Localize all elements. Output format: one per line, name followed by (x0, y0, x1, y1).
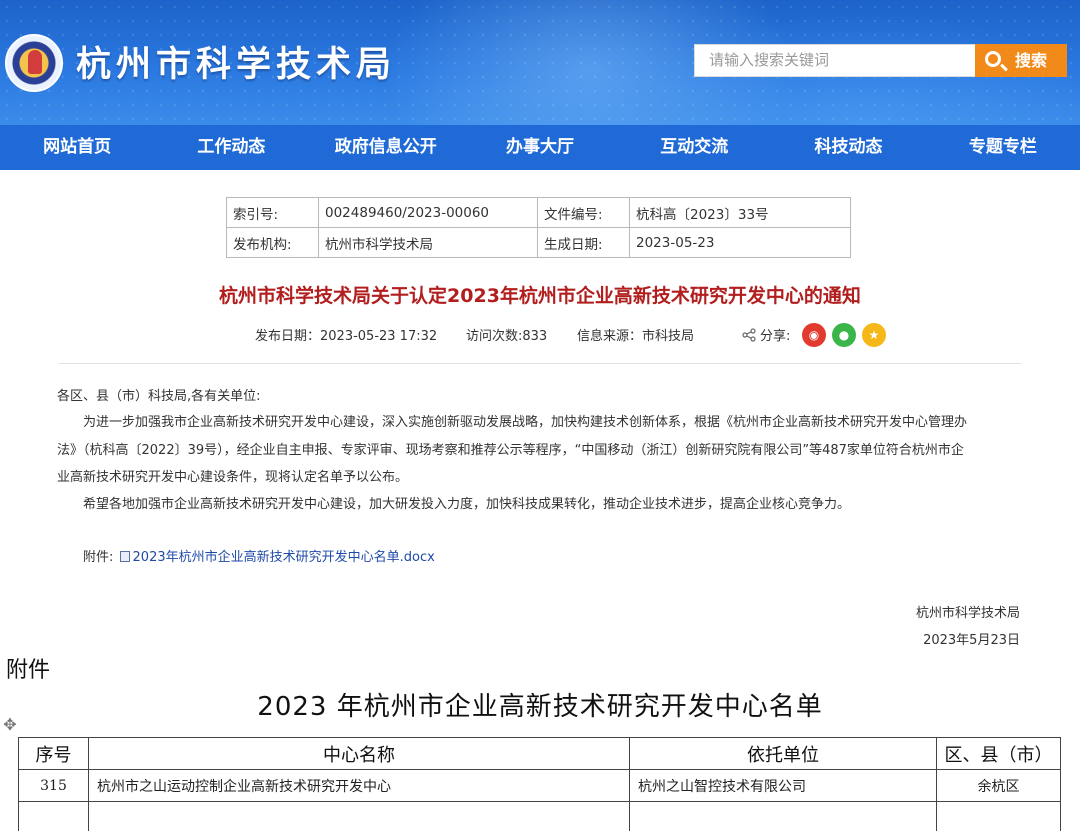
favorite-share-icon[interactable]: ★ (862, 323, 886, 347)
meta-docno-value: 杭科高〔2023〕33号 (629, 197, 851, 228)
meta-index-label: 索引号: (226, 197, 319, 228)
site-header: 杭州市科学技术局 请输入搜索关键词 搜索 (0, 0, 1080, 125)
annex-table: 序号 中心名称 依托单位 区、县（市） 315 杭州市之山运动控制企业高新技术研… (18, 737, 1061, 831)
search-icon (985, 51, 1001, 67)
divider (58, 363, 1022, 364)
annex-header-unit: 依托单位 (629, 737, 937, 770)
meta-issuer-label: 发布机构: (226, 227, 319, 258)
document-icon (119, 551, 130, 562)
row-center-name: 杭州市之山运动控制企业高新技术研究开发中心 (88, 769, 630, 802)
annex-header-no: 序号 (18, 737, 89, 770)
share-label: 分享: (760, 329, 791, 344)
search-input[interactable]: 请输入搜索关键词 (694, 44, 976, 77)
blank-cell (88, 801, 630, 831)
row-no: 315 (18, 769, 89, 802)
article-title: 杭州市科学技术局关于认定2023年杭州市企业高新技术研究开发中心的通知 (219, 285, 861, 307)
table-row (18, 801, 1061, 831)
nav-interaction[interactable]: 互动交流 (617, 125, 771, 170)
signature-org: 杭州市科学技术局 (915, 606, 1020, 621)
nav-tech-news[interactable]: 科技动态 (771, 125, 925, 170)
move-handle-icon[interactable]: ✥ (1, 716, 19, 734)
blank-cell (18, 801, 89, 831)
wechat-share-icon[interactable]: ● (832, 323, 856, 347)
nav-gov-info[interactable]: 政府信息公开 (309, 125, 463, 170)
bureau-logo-icon[interactable] (5, 34, 63, 92)
nav-service-hall[interactable]: 办事大厅 (463, 125, 617, 170)
info-source: 信息来源：市科技局 (577, 329, 695, 344)
annex-header-district: 区、县（市） (936, 737, 1061, 770)
meta-issuer-value: 杭州市科学技术局 (318, 227, 538, 258)
nav-special-topics[interactable]: 专题专栏 (926, 125, 1080, 170)
paragraph-2: 希望各地加强市企业高新技术研究开发中心建设，加大研发投入力度，加快科技成果转化，… (83, 497, 851, 512)
weibo-share-icon[interactable]: ◉ (802, 323, 826, 347)
meta-index-value: 002489460/2023-00060 (318, 197, 538, 228)
meta-docno-label: 文件编号: (537, 197, 630, 228)
annex-header-center: 中心名称 (88, 737, 630, 770)
row-unit: 杭州之山智控技术有限公司 (629, 769, 937, 802)
paragraph-1-line-3: 业高新技术研究开发中心建设条件，现将认定名单予以公布。 (57, 470, 409, 485)
attachment: 附件: 2023年杭州市企业高新技术研究开发中心名单.docx (83, 547, 435, 569)
document-meta-table: 索引号: 002489460/2023-00060 文件编号: 杭科高〔2023… (226, 197, 851, 258)
site-title[interactable]: 杭州市科学技术局 (76, 40, 396, 90)
search-button-label: 搜索 (1015, 51, 1048, 70)
annex-title: 2023 年杭州市企业高新技术研究开发中心名单 (257, 692, 823, 722)
publish-date: 发布日期：2023-05-23 17:32 (255, 329, 438, 344)
meta-created-value: 2023-05-23 (629, 227, 851, 258)
attachment-link[interactable]: 2023年杭州市企业高新技术研究开发中心名单.docx (133, 550, 435, 565)
blank-cell (629, 801, 937, 831)
nav-home[interactable]: 网站首页 (0, 125, 154, 170)
meta-created-label: 生成日期: (537, 227, 630, 258)
search-button[interactable]: 搜索 (975, 44, 1067, 77)
visit-count: 访问次数:833 (466, 329, 548, 344)
greeting: 各区、县（市）科技局,各有关单位: (57, 389, 261, 404)
annex-label: 附件 (6, 658, 51, 683)
share-icon[interactable] (742, 328, 756, 342)
attachment-label: 附件: (83, 550, 114, 565)
blank-cell (936, 801, 1061, 831)
table-row: 315 杭州市之山运动控制企业高新技术研究开发中心 杭州之山智控技术有限公司 余… (18, 769, 1061, 802)
signature-date: 2023年5月23日 (923, 633, 1020, 648)
main-nav: 网站首页 工作动态 政府信息公开 办事大厅 互动交流 科技动态 专题专栏 (0, 125, 1080, 170)
row-district: 余杭区 (936, 769, 1061, 802)
paragraph-1-line-1: 为进一步加强我市企业高新技术研究开发中心建设，深入实施创新驱动发展战略，加快构建… (83, 415, 968, 430)
paragraph-1-line-2: 法》（杭科高〔2022〕39号），经企业自主申报、专家评审、现场考察和推荐公示等… (57, 443, 964, 458)
nav-work-news[interactable]: 工作动态 (154, 125, 308, 170)
